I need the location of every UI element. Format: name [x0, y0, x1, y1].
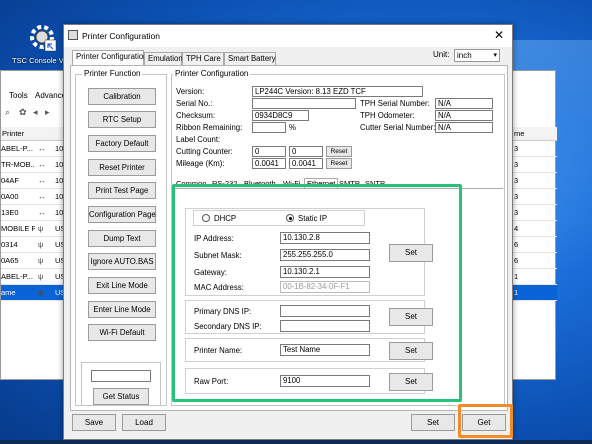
wifi-default-button[interactable]: Wi-Fi Default: [88, 324, 156, 341]
reset-mileage-button[interactable]: Reset: [326, 158, 352, 169]
table-row[interactable]: 0314 ψ USI: [1, 237, 67, 253]
cutter-serial-field: N/A: [435, 122, 493, 133]
list-item[interactable]: 3: [511, 173, 557, 189]
version-label: Version:: [176, 87, 205, 96]
tab-smart-battery[interactable]: Smart Battery: [224, 52, 276, 65]
back-icon[interactable]: ◂: [33, 107, 38, 118]
list-item[interactable]: 4: [511, 221, 557, 237]
list-item[interactable]: 3: [511, 205, 557, 221]
settings-icon[interactable]: ✿: [19, 107, 27, 118]
tph-odometer-field: N/A: [435, 110, 493, 121]
mileage-label: Mileage (Km):: [176, 159, 225, 168]
cutting-counter-field-2: 0: [289, 146, 323, 157]
printer-configuration-title: Printer Configuration: [173, 69, 251, 78]
tph-serial-field: N/A: [435, 98, 493, 109]
serial-field: [252, 98, 356, 109]
ribbon-percent-unit: %: [289, 123, 296, 132]
ribbon-remaining-label: Ribbon Remaining:: [176, 123, 243, 132]
table-row[interactable]: TR-MOB... ↔ 10.: [1, 157, 67, 173]
ignore-autobas-button[interactable]: Ignore AUTO.BAS: [88, 253, 156, 270]
checksum-label: Checksum:: [176, 111, 215, 120]
list-item[interactable]: 3: [511, 157, 557, 173]
taskbar: [0, 440, 592, 444]
dump-text-button[interactable]: Dump Text: [88, 230, 156, 247]
printer-function-title: Printer Function: [82, 69, 143, 78]
table-row[interactable]: MOBILE P...ψUSI: [1, 221, 67, 237]
ribbon-remaining-field: [252, 122, 286, 133]
forward-icon[interactable]: ▸: [45, 107, 50, 118]
table-row[interactable]: 0A65 ψ USI: [1, 253, 67, 269]
tph-odometer-label: TPH Odometer:: [360, 111, 415, 120]
right-column-header[interactable]: me: [511, 127, 557, 141]
menu-tools[interactable]: Tools: [9, 91, 28, 100]
table-row[interactable]: ABEL-P... ↔ 10.: [1, 141, 67, 157]
cutting-counter-field: 0: [252, 146, 286, 157]
ethernet-highlight-box: [172, 184, 462, 402]
reset-printer-button[interactable]: Reset Printer: [88, 159, 156, 176]
set-button[interactable]: Set: [411, 414, 455, 431]
search-icon[interactable]: ⌕: [5, 107, 10, 118]
app-icon: [68, 30, 78, 40]
calibration-button[interactable]: Calibration: [88, 88, 156, 105]
version-field: LP244C Version: 8.13 EZD TCF: [252, 86, 423, 97]
chevron-down-icon: ▾: [493, 52, 497, 59]
list-item[interactable]: 3: [511, 189, 557, 205]
list-item[interactable]: 1: [511, 269, 557, 285]
reset-cutting-button[interactable]: Reset: [326, 146, 352, 157]
background-menu-bar: Tools Advanced: [1, 89, 71, 103]
label-count-label: Label Count:: [176, 135, 221, 144]
cutting-counter-label: Cutting Counter:: [176, 147, 233, 156]
get-button-highlight-box: [458, 404, 513, 438]
mileage-field: 0.0041: [252, 158, 286, 169]
table-row[interactable]: ABEL-P... ψ USI: [1, 269, 67, 285]
unit-label: Unit:: [433, 50, 450, 59]
rtc-setup-button[interactable]: RTC Setup: [88, 111, 156, 128]
exit-line-mode-button[interactable]: Exit Line Mode: [88, 277, 156, 294]
gear-icon: [25, 20, 59, 54]
table-row[interactable]: 13E0 ↔ 10.: [1, 205, 67, 221]
table-row[interactable]: 0A00 ↔ 10.: [1, 189, 67, 205]
list-item[interactable]: 3: [511, 141, 557, 157]
close-icon[interactable]: ✕: [494, 28, 504, 42]
background-toolbar: ⌕ ✿ ◂ ▸: [1, 105, 71, 123]
get-status-button[interactable]: Get Status: [93, 388, 149, 405]
dialog-title-bar[interactable]: Printer Configuration ✕: [64, 25, 512, 47]
configuration-page-button[interactable]: Configuration Page: [88, 206, 156, 223]
enter-line-mode-button[interactable]: Enter Line Mode: [88, 301, 156, 318]
print-test-page-button[interactable]: Print Test Page: [88, 182, 156, 199]
tab-emulation[interactable]: Emulation: [144, 52, 183, 65]
tab-printer-configuration[interactable]: Printer Configuration: [72, 50, 148, 65]
table-row-selected[interactable]: ame ψ USI: [1, 285, 67, 301]
dialog-title: Printer Configuration: [82, 31, 160, 41]
unit-select[interactable]: inch ▾: [454, 49, 500, 62]
serial-label: Serial No.:: [176, 99, 213, 108]
list-item[interactable]: 6: [511, 237, 557, 253]
table-row[interactable]: 04AF ↔ 10.: [1, 173, 67, 189]
tab-tph-care[interactable]: TPH Care: [182, 52, 224, 65]
load-button[interactable]: Load: [122, 414, 166, 431]
mileage-field-2: 0.0041: [289, 158, 323, 169]
status-field[interactable]: [91, 370, 151, 382]
checksum-field: 0934D8C9: [252, 110, 309, 121]
list-item[interactable]: 6: [511, 253, 557, 269]
tph-serial-label: TPH Serial Number:: [360, 99, 430, 108]
list-item-selected[interactable]: 1: [511, 285, 557, 301]
cutter-serial-label: Cutter Serial Number:: [360, 123, 436, 132]
save-button[interactable]: Save: [72, 414, 116, 431]
printer-column-header[interactable]: Printer: [1, 127, 67, 141]
factory-default-button[interactable]: Factory Default: [88, 135, 156, 152]
